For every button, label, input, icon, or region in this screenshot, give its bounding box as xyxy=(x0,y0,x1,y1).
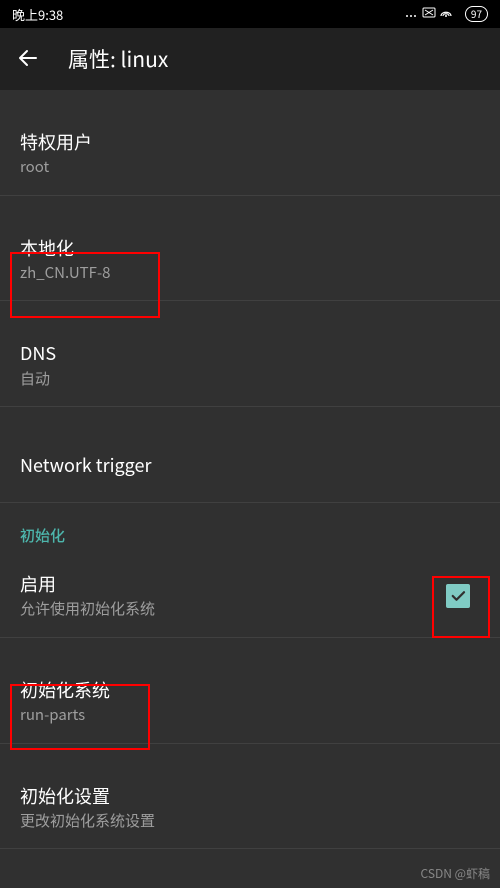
setting-title: Network trigger xyxy=(20,453,480,478)
setting-text: 启用 允许使用初始化系统 xyxy=(20,572,446,619)
setting-subtitle: root xyxy=(20,157,480,177)
app-header: 属性: linux xyxy=(0,28,500,90)
setting-title: 初始化设置 xyxy=(20,784,480,809)
setting-title: 本地化 xyxy=(20,236,480,261)
settings-list: 特权用户 root 本地化 zh_CN.UTF-8 DNS 自动 Network… xyxy=(0,112,500,849)
setting-network-trigger[interactable]: Network trigger xyxy=(0,429,500,503)
setting-dns[interactable]: DNS 自动 xyxy=(0,323,500,407)
status-time: 晚上9:38 xyxy=(12,5,63,24)
setting-privileged-user[interactable]: 特权用户 root xyxy=(0,112,500,196)
watermark: CSDN @虾稿 xyxy=(421,865,490,882)
setting-subtitle: run-parts xyxy=(20,705,480,725)
setting-subtitle: 更改初始化系统设置 xyxy=(20,811,480,831)
setting-subtitle: 自动 xyxy=(20,369,480,389)
setting-title: 特权用户 xyxy=(20,130,480,155)
page-title: 属性: linux xyxy=(68,44,168,74)
status-bar: 晚上9:38 97 xyxy=(0,0,500,28)
setting-init-settings[interactable]: 初始化设置 更改初始化系统设置 xyxy=(0,766,500,850)
setting-locale[interactable]: 本地化 zh_CN.UTF-8 xyxy=(0,218,500,302)
setting-init-enable[interactable]: 启用 允许使用初始化系统 xyxy=(0,554,500,638)
setting-subtitle: 允许使用初始化系统 xyxy=(20,599,446,619)
status-right: 97 xyxy=(405,5,488,23)
setting-init-system[interactable]: 初始化系统 run-parts xyxy=(0,660,500,744)
back-icon[interactable] xyxy=(16,42,40,77)
checkbox-icon[interactable] xyxy=(446,584,470,608)
setting-title: DNS xyxy=(20,341,480,366)
status-icons xyxy=(405,5,459,23)
battery-icon: 97 xyxy=(465,6,488,22)
setting-subtitle: zh_CN.UTF-8 xyxy=(20,263,480,283)
setting-title: 启用 xyxy=(20,572,446,597)
setting-title: 初始化系统 xyxy=(20,678,480,703)
section-header-init: 初始化 xyxy=(0,503,500,554)
